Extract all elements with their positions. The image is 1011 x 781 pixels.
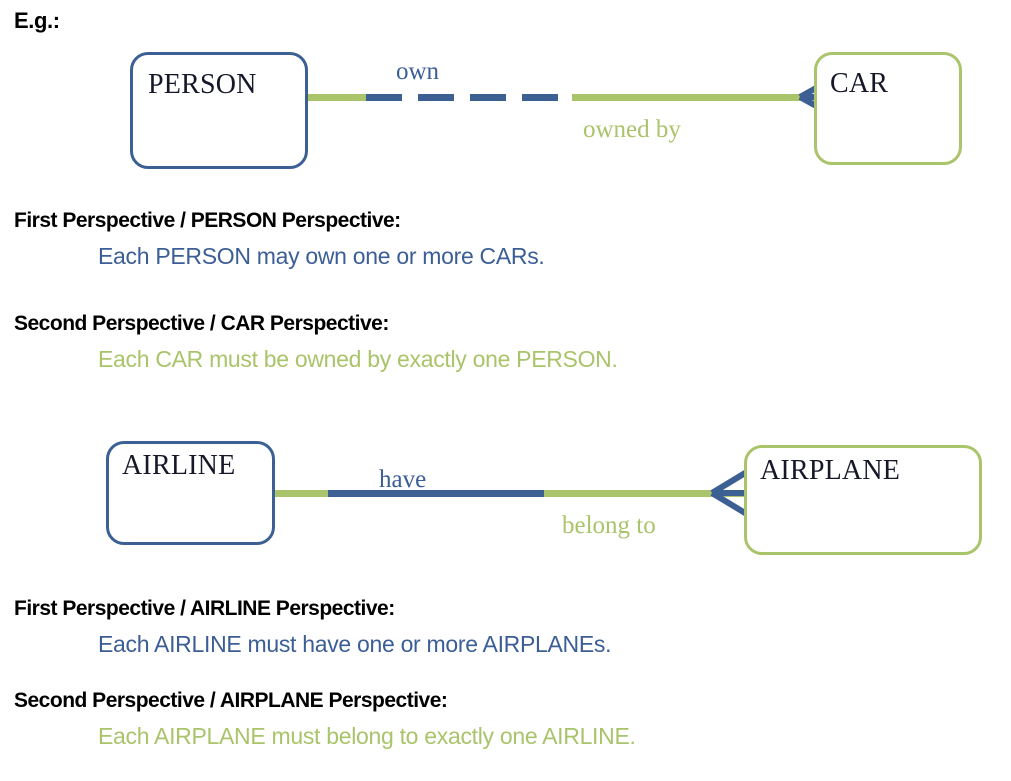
perspective-sentence-car: Each CAR must be owned by exactly one PE… <box>98 346 618 372</box>
relationship-line-green-right-person-car <box>572 94 818 101</box>
relationship-dash-1 <box>366 94 402 101</box>
perspective-sentence-person: Each PERSON may own one or more CARs. <box>98 243 545 269</box>
entity-label-airline: AIRLINE <box>122 450 236 481</box>
perspective-title-car: Second Perspective / CAR Perspective: <box>14 312 389 335</box>
perspective-title-airline: First Perspective / AIRLINE Perspective: <box>14 597 395 620</box>
entity-label-airplane: AIRPLANE <box>760 455 901 486</box>
entity-label-person: PERSON <box>148 69 257 100</box>
relationship-dash-4 <box>522 94 558 101</box>
perspective-sentence-airplane: Each AIRPLANE must belong to exactly one… <box>98 723 636 749</box>
relationship-verb-belong-to: belong to <box>562 512 656 539</box>
relationship-line-blue-airline-airplane <box>328 490 544 497</box>
relationship-dash-2 <box>418 94 454 101</box>
relationship-verb-owned-by: owned by <box>583 116 681 143</box>
perspective-sentence-airline: Each AIRLINE must have one or more AIRPL… <box>98 631 612 657</box>
entity-label-car: CAR <box>830 68 889 99</box>
relationship-line-green-left-airline-airplane <box>275 490 330 497</box>
perspective-title-person: First Perspective / PERSON Perspective: <box>14 209 401 232</box>
relationship-verb-own: own <box>396 58 440 85</box>
perspective-title-airplane: Second Perspective / AIRPLANE Perspectiv… <box>14 689 448 712</box>
relationship-line-green-left-person-car <box>308 94 366 101</box>
relationship-verb-have: have <box>379 466 427 493</box>
relationship-dash-3 <box>470 94 506 101</box>
example-heading: E.g.: <box>14 8 60 33</box>
